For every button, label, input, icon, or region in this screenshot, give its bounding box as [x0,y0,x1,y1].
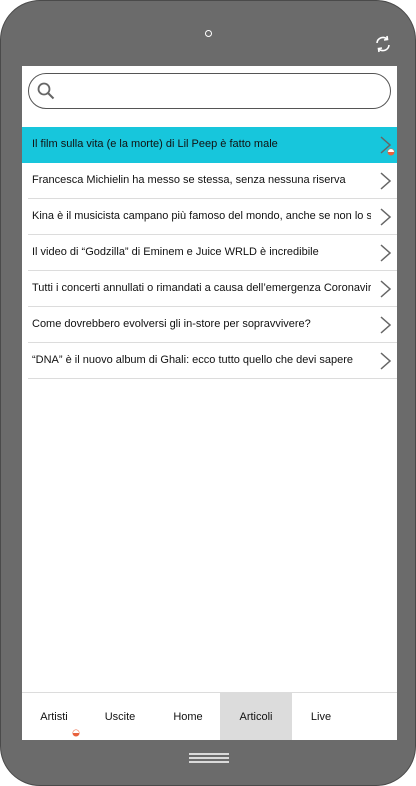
tab-artisti[interactable]: Artisti [22,693,86,740]
article-row-6[interactable]: Come dovrebbero evolversi gli in-store p… [28,307,397,343]
article-title: Il video di “Godzilla” di Eminem e Juice… [32,246,319,258]
search-input[interactable] [61,78,385,106]
article-list: Il film sulla vita (e la morte) di Lil P… [22,127,397,379]
chevron-right-icon [380,280,391,298]
article-title: Kina è il musicista campano più famoso d… [32,210,371,222]
notification-badge-icon [387,148,395,156]
tab-label: Uscite [104,711,136,723]
tab-home[interactable]: Home [156,693,220,740]
tab-live[interactable]: Live [296,693,346,740]
article-title: Come dovrebbero evolversi gli in-store p… [32,318,311,330]
article-row-7[interactable]: “DNA” è il nuovo album di Ghali: ecco tu… [28,343,397,379]
chevron-right-icon [380,244,391,262]
device-frame: Il film sulla vita (e la morte) di Lil P… [0,0,416,786]
chevron-right-icon [380,352,391,370]
article-title: Tutti i concerti annullati o rimandati a… [32,282,371,294]
article-title: “DNA” è il nuovo album di Ghali: ecco tu… [32,354,354,366]
article-row-3[interactable]: Kina è il musicista campano più famoso d… [28,199,397,235]
app-screen: Il film sulla vita (e la morte) di Lil P… [22,66,397,740]
article-row-4[interactable]: Il video di “Godzilla” di Eminem e Juice… [28,235,397,271]
article-row-5[interactable]: Tutti i concerti annullati o rimandati a… [28,271,397,307]
bottom-tab-bar: Artisti Uscite Home Articoli Live [22,692,397,740]
home-button-icon[interactable] [189,752,229,764]
search-icon [37,82,55,100]
article-row-1[interactable]: Il film sulla vita (e la morte) di Lil P… [22,127,397,163]
chevron-right-icon [380,316,391,334]
article-row-2[interactable]: Francesca Michielin ha messo se stessa, … [28,163,397,199]
tab-uscite[interactable]: Uscite [88,693,152,740]
camera-icon [205,30,212,37]
rotate-icon[interactable] [373,34,393,54]
chevron-right-icon [380,208,391,226]
article-title: Il film sulla vita (e la morte) di Lil P… [32,138,278,150]
tab-articoli[interactable]: Articoli [220,693,292,740]
tab-label: Home [173,711,203,723]
tab-label: Artisti [40,711,68,723]
article-title: Francesca Michielin ha messo se stessa, … [32,174,346,186]
chevron-right-icon [380,172,391,190]
tab-label: Articoli [239,711,273,723]
notification-badge-icon [72,729,80,737]
tab-label: Live [310,711,332,723]
search-bar[interactable] [28,73,391,109]
